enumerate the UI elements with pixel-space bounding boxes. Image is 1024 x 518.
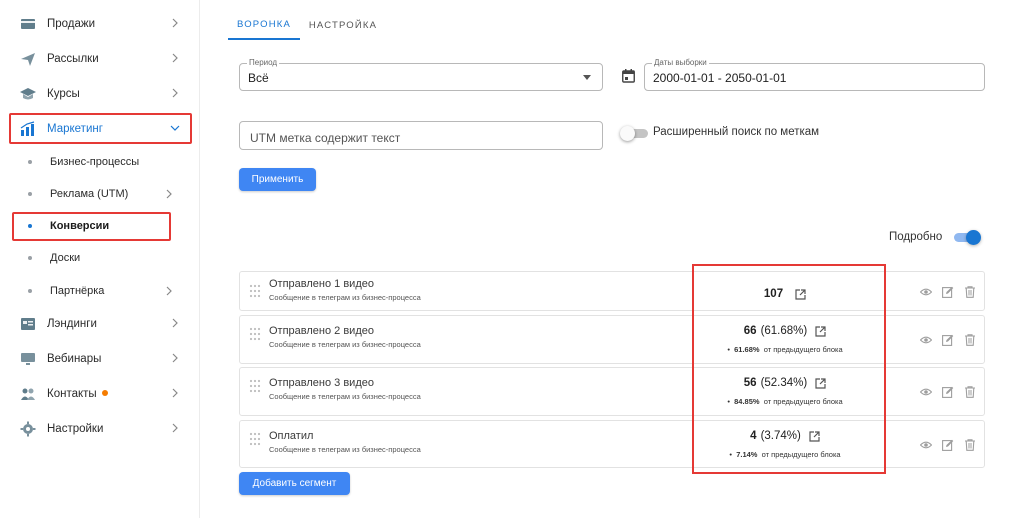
drag-handle-icon[interactable] bbox=[249, 432, 261, 446]
sidebar-subitem-label: Реклама (UTM) bbox=[50, 188, 129, 200]
row-actions bbox=[920, 438, 976, 452]
edit-icon[interactable] bbox=[942, 334, 954, 346]
bullet-icon bbox=[28, 192, 32, 196]
drag-handle-icon[interactable] bbox=[249, 284, 261, 298]
notification-badge bbox=[101, 389, 108, 396]
period-select[interactable]: Период Всё bbox=[239, 58, 603, 91]
gear-icon bbox=[20, 421, 36, 437]
tab-funnel[interactable]: ВОРОНКА bbox=[228, 10, 300, 40]
eye-icon[interactable] bbox=[920, 386, 932, 398]
dates-legend: Даты выборки bbox=[652, 58, 709, 68]
graduation-cap-icon bbox=[20, 88, 36, 100]
detail-toggle[interactable] bbox=[952, 230, 982, 245]
eye-icon[interactable] bbox=[920, 439, 932, 451]
utm-search-input[interactable]: UTM метка содержит текст bbox=[239, 121, 603, 150]
sidebar-item-courses[interactable]: Курсы bbox=[0, 79, 200, 109]
bullet-icon bbox=[28, 289, 32, 293]
monitor-icon bbox=[21, 353, 35, 365]
sidebar-item-settings[interactable]: Настройки bbox=[0, 414, 200, 444]
sidebar-subitem-ads-utm[interactable]: Реклама (UTM) bbox=[0, 180, 200, 208]
row-title: Отправлено 2 видео bbox=[269, 325, 374, 337]
row-subtitle: Сообщение в телеграм из бизнес-процесса bbox=[269, 445, 421, 454]
row-title: Отправлено 1 видео bbox=[269, 278, 374, 290]
row-subtitle: Сообщение в телеграм из бизнес-процесса bbox=[269, 293, 421, 302]
detail-toggle-label: Подробно bbox=[889, 231, 943, 243]
advanced-search-toggle[interactable] bbox=[620, 126, 650, 141]
utm-placeholder: UTM метка содержит текст bbox=[250, 131, 401, 145]
send-icon bbox=[21, 53, 35, 66]
sidebar-subitem-label: Доски bbox=[50, 252, 81, 264]
row-subtitle: Сообщение в телеграм из бизнес-процесса bbox=[269, 392, 421, 401]
sidebar-subitem-business-processes[interactable]: Бизнес-процессы bbox=[0, 148, 200, 176]
trash-icon[interactable] bbox=[964, 439, 976, 451]
calendar-icon[interactable] bbox=[622, 69, 635, 83]
sidebar-item-contacts[interactable]: Контакты bbox=[0, 379, 200, 409]
row-title: Оплатил bbox=[269, 430, 314, 442]
sidebar-item-label: Продажи bbox=[47, 18, 96, 30]
edit-icon[interactable] bbox=[942, 439, 954, 451]
contacts-icon bbox=[21, 388, 35, 400]
add-segment-button[interactable]: Добавить сегмент bbox=[239, 472, 350, 495]
period-value: Всё bbox=[248, 71, 269, 85]
period-legend: Период bbox=[247, 58, 280, 68]
sidebar-subitem-label: Партнёрка bbox=[50, 285, 105, 297]
sidebar-item-landings[interactable]: Лэндинги bbox=[0, 309, 200, 339]
drag-handle-icon[interactable] bbox=[249, 327, 261, 341]
advanced-search-label: Расширенный поиск по меткам bbox=[653, 126, 820, 138]
chevron-right-icon bbox=[172, 423, 178, 433]
row-actions bbox=[920, 285, 976, 299]
row-actions bbox=[920, 385, 976, 399]
dropdown-arrow-icon bbox=[583, 75, 591, 80]
contacts-label-text: Контакты bbox=[47, 388, 97, 400]
marketing-highlight-frame bbox=[9, 113, 192, 144]
sidebar: Продажи Рассылки Курсы Маркетинг Бизнес-… bbox=[0, 0, 200, 518]
sidebar-subitem-partners[interactable]: Партнёрка bbox=[0, 277, 200, 305]
row-actions bbox=[920, 333, 976, 347]
drag-handle-icon[interactable] bbox=[249, 379, 261, 393]
chevron-right-icon bbox=[172, 18, 178, 28]
chevron-right-icon bbox=[172, 388, 178, 398]
chevron-right-icon bbox=[172, 318, 178, 328]
chevron-right-icon bbox=[172, 353, 178, 363]
sidebar-item-webinars[interactable]: Вебинары bbox=[0, 344, 200, 374]
eye-icon[interactable] bbox=[920, 286, 932, 298]
chevron-right-icon bbox=[166, 189, 172, 199]
sidebar-item-mailings[interactable]: Рассылки bbox=[0, 44, 200, 74]
bullet-icon bbox=[28, 160, 32, 164]
bullet-icon bbox=[28, 256, 32, 260]
edit-icon[interactable] bbox=[942, 386, 954, 398]
trash-icon[interactable] bbox=[964, 334, 976, 346]
edit-icon[interactable] bbox=[942, 286, 954, 298]
sidebar-item-label: Лэндинги bbox=[47, 318, 97, 330]
sidebar-item-label: Вебинары bbox=[47, 353, 102, 365]
chevron-right-icon bbox=[172, 53, 178, 63]
apply-button[interactable]: Применить bbox=[239, 168, 316, 191]
chevron-right-icon bbox=[166, 286, 172, 296]
tab-settings[interactable]: НАСТРОЙКА bbox=[303, 10, 383, 40]
landing-page-icon bbox=[21, 318, 35, 330]
row-title: Отправлено 3 видео bbox=[269, 377, 374, 389]
trash-icon[interactable] bbox=[964, 386, 976, 398]
sidebar-item-label: Контакты bbox=[47, 388, 108, 400]
trash-icon[interactable] bbox=[964, 286, 976, 298]
cart-icon bbox=[21, 19, 35, 29]
sidebar-subitem-label: Бизнес-процессы bbox=[50, 156, 140, 168]
sidebar-subitem-boards[interactable]: Доски bbox=[0, 244, 200, 272]
chevron-right-icon bbox=[172, 88, 178, 98]
sidebar-item-sales[interactable]: Продажи bbox=[0, 9, 200, 39]
dates-field[interactable]: Даты выборки 2000-01-01 - 2050-01-01 bbox=[644, 58, 985, 91]
stats-highlight-frame bbox=[692, 264, 886, 474]
sidebar-item-label: Курсы bbox=[47, 88, 80, 100]
conversions-highlight-frame bbox=[12, 212, 171, 241]
sidebar-item-label: Рассылки bbox=[47, 53, 99, 65]
row-subtitle: Сообщение в телеграм из бизнес-процесса bbox=[269, 340, 421, 349]
eye-icon[interactable] bbox=[920, 334, 932, 346]
sidebar-item-label: Настройки bbox=[47, 423, 104, 435]
dates-value: 2000-01-01 - 2050-01-01 bbox=[653, 71, 787, 85]
